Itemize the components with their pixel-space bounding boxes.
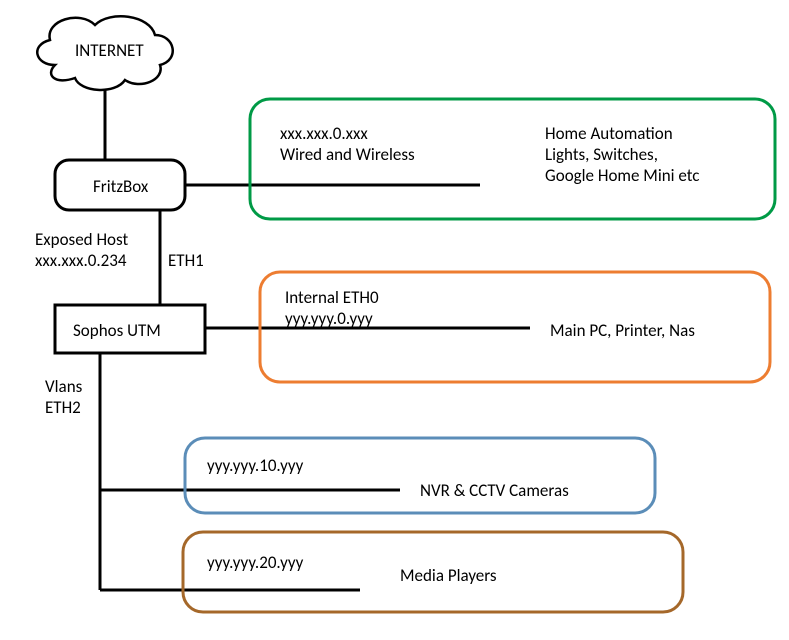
blue-subnet: yyy.yyy.10.yyy [207, 455, 303, 476]
green-subnet-line1: xxx.xxx.0.xxx [280, 123, 368, 144]
brown-desc: Media Players [400, 565, 497, 586]
green-desc-line3: Google Home Mini etc [545, 165, 699, 186]
orange-subnet-line2: yyy.yyy.0.yyy [285, 308, 373, 329]
green-desc-line1: Home Automation [545, 123, 673, 144]
green-subnet-line2: Wired and Wireless [280, 144, 415, 165]
exposed-host-line2: xxx.xxx.0.234 [35, 250, 127, 271]
green-desc-line2: Lights, Switches, [545, 144, 658, 165]
fritzbox-label: FritzBox [93, 176, 148, 197]
blue-desc: NVR & CCTV Cameras [420, 480, 569, 501]
orange-desc: Main PC, Printer, Nas [550, 320, 695, 341]
sophos-label: Sophos UTM [73, 320, 161, 341]
eth1-label: ETH1 [168, 250, 204, 271]
brown-subnet: yyy.yyy.20.yyy [207, 552, 303, 573]
internet-label: INTERNET [75, 40, 144, 61]
exposed-host-line1: Exposed Host [35, 229, 128, 250]
vlans-line2: ETH2 [45, 397, 81, 418]
vlans-line1: Vlans [45, 376, 82, 397]
orange-subnet-line1: Internal ETH0 [285, 287, 379, 308]
